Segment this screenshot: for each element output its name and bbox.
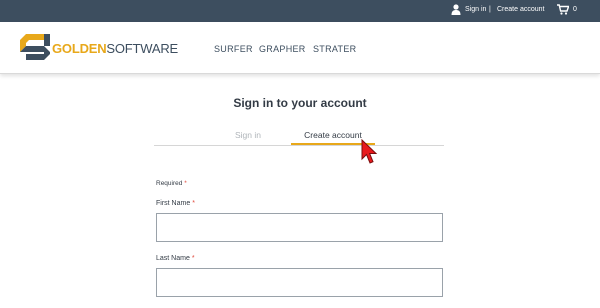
first-name-label: First Name * <box>156 199 195 209</box>
nav-item-surfer[interactable]: SURFER <box>214 43 253 55</box>
first-name-input[interactable] <box>156 213 443 242</box>
tab-create-account[interactable]: Create account <box>291 129 375 141</box>
shopping-cart-icon[interactable] <box>557 4 569 15</box>
nav-item-strater[interactable]: STRATER <box>313 43 356 55</box>
nav-item-grapher[interactable]: GRAPHER <box>259 43 306 55</box>
last-name-label: Last Name * <box>156 254 195 264</box>
last-name-label-text: Last Name <box>156 255 190 262</box>
page-title: Sign in to your account <box>233 96 367 110</box>
active-tab-indicator <box>291 143 375 145</box>
top-create-account-link[interactable]: Create account <box>497 5 544 15</box>
top-link-separator: | <box>489 6 491 13</box>
first-name-required-star: * <box>192 200 195 207</box>
tabs-divider <box>154 145 444 146</box>
brand-logo-part2: SOFTWARE <box>106 41 179 56</box>
required-star: * <box>184 180 187 187</box>
first-name-label-text: First Name <box>156 200 191 207</box>
brand-logo-text[interactable]: GOLDENSOFTWARE <box>52 41 178 57</box>
required-note: Required * <box>156 179 187 188</box>
required-note-text: Required <box>156 180 183 187</box>
user-icon <box>451 4 461 15</box>
last-name-required-star: * <box>191 255 195 262</box>
golden-software-logo-icon[interactable] <box>20 34 50 60</box>
cart-count-badge[interactable]: 0 <box>573 5 577 15</box>
tab-sign-in[interactable]: Sign in <box>206 129 290 141</box>
last-name-input[interactable] <box>156 268 443 297</box>
brand-logo-part1: GOLDEN <box>52 41 107 56</box>
site-header: GOLDENSOFTWARE SURFER GRAPHER STRATER <box>0 22 600 74</box>
top-sign-in-link[interactable]: Sign in <box>465 5 486 15</box>
top-utility-bar: Sign in | Create account 0 <box>0 0 600 22</box>
